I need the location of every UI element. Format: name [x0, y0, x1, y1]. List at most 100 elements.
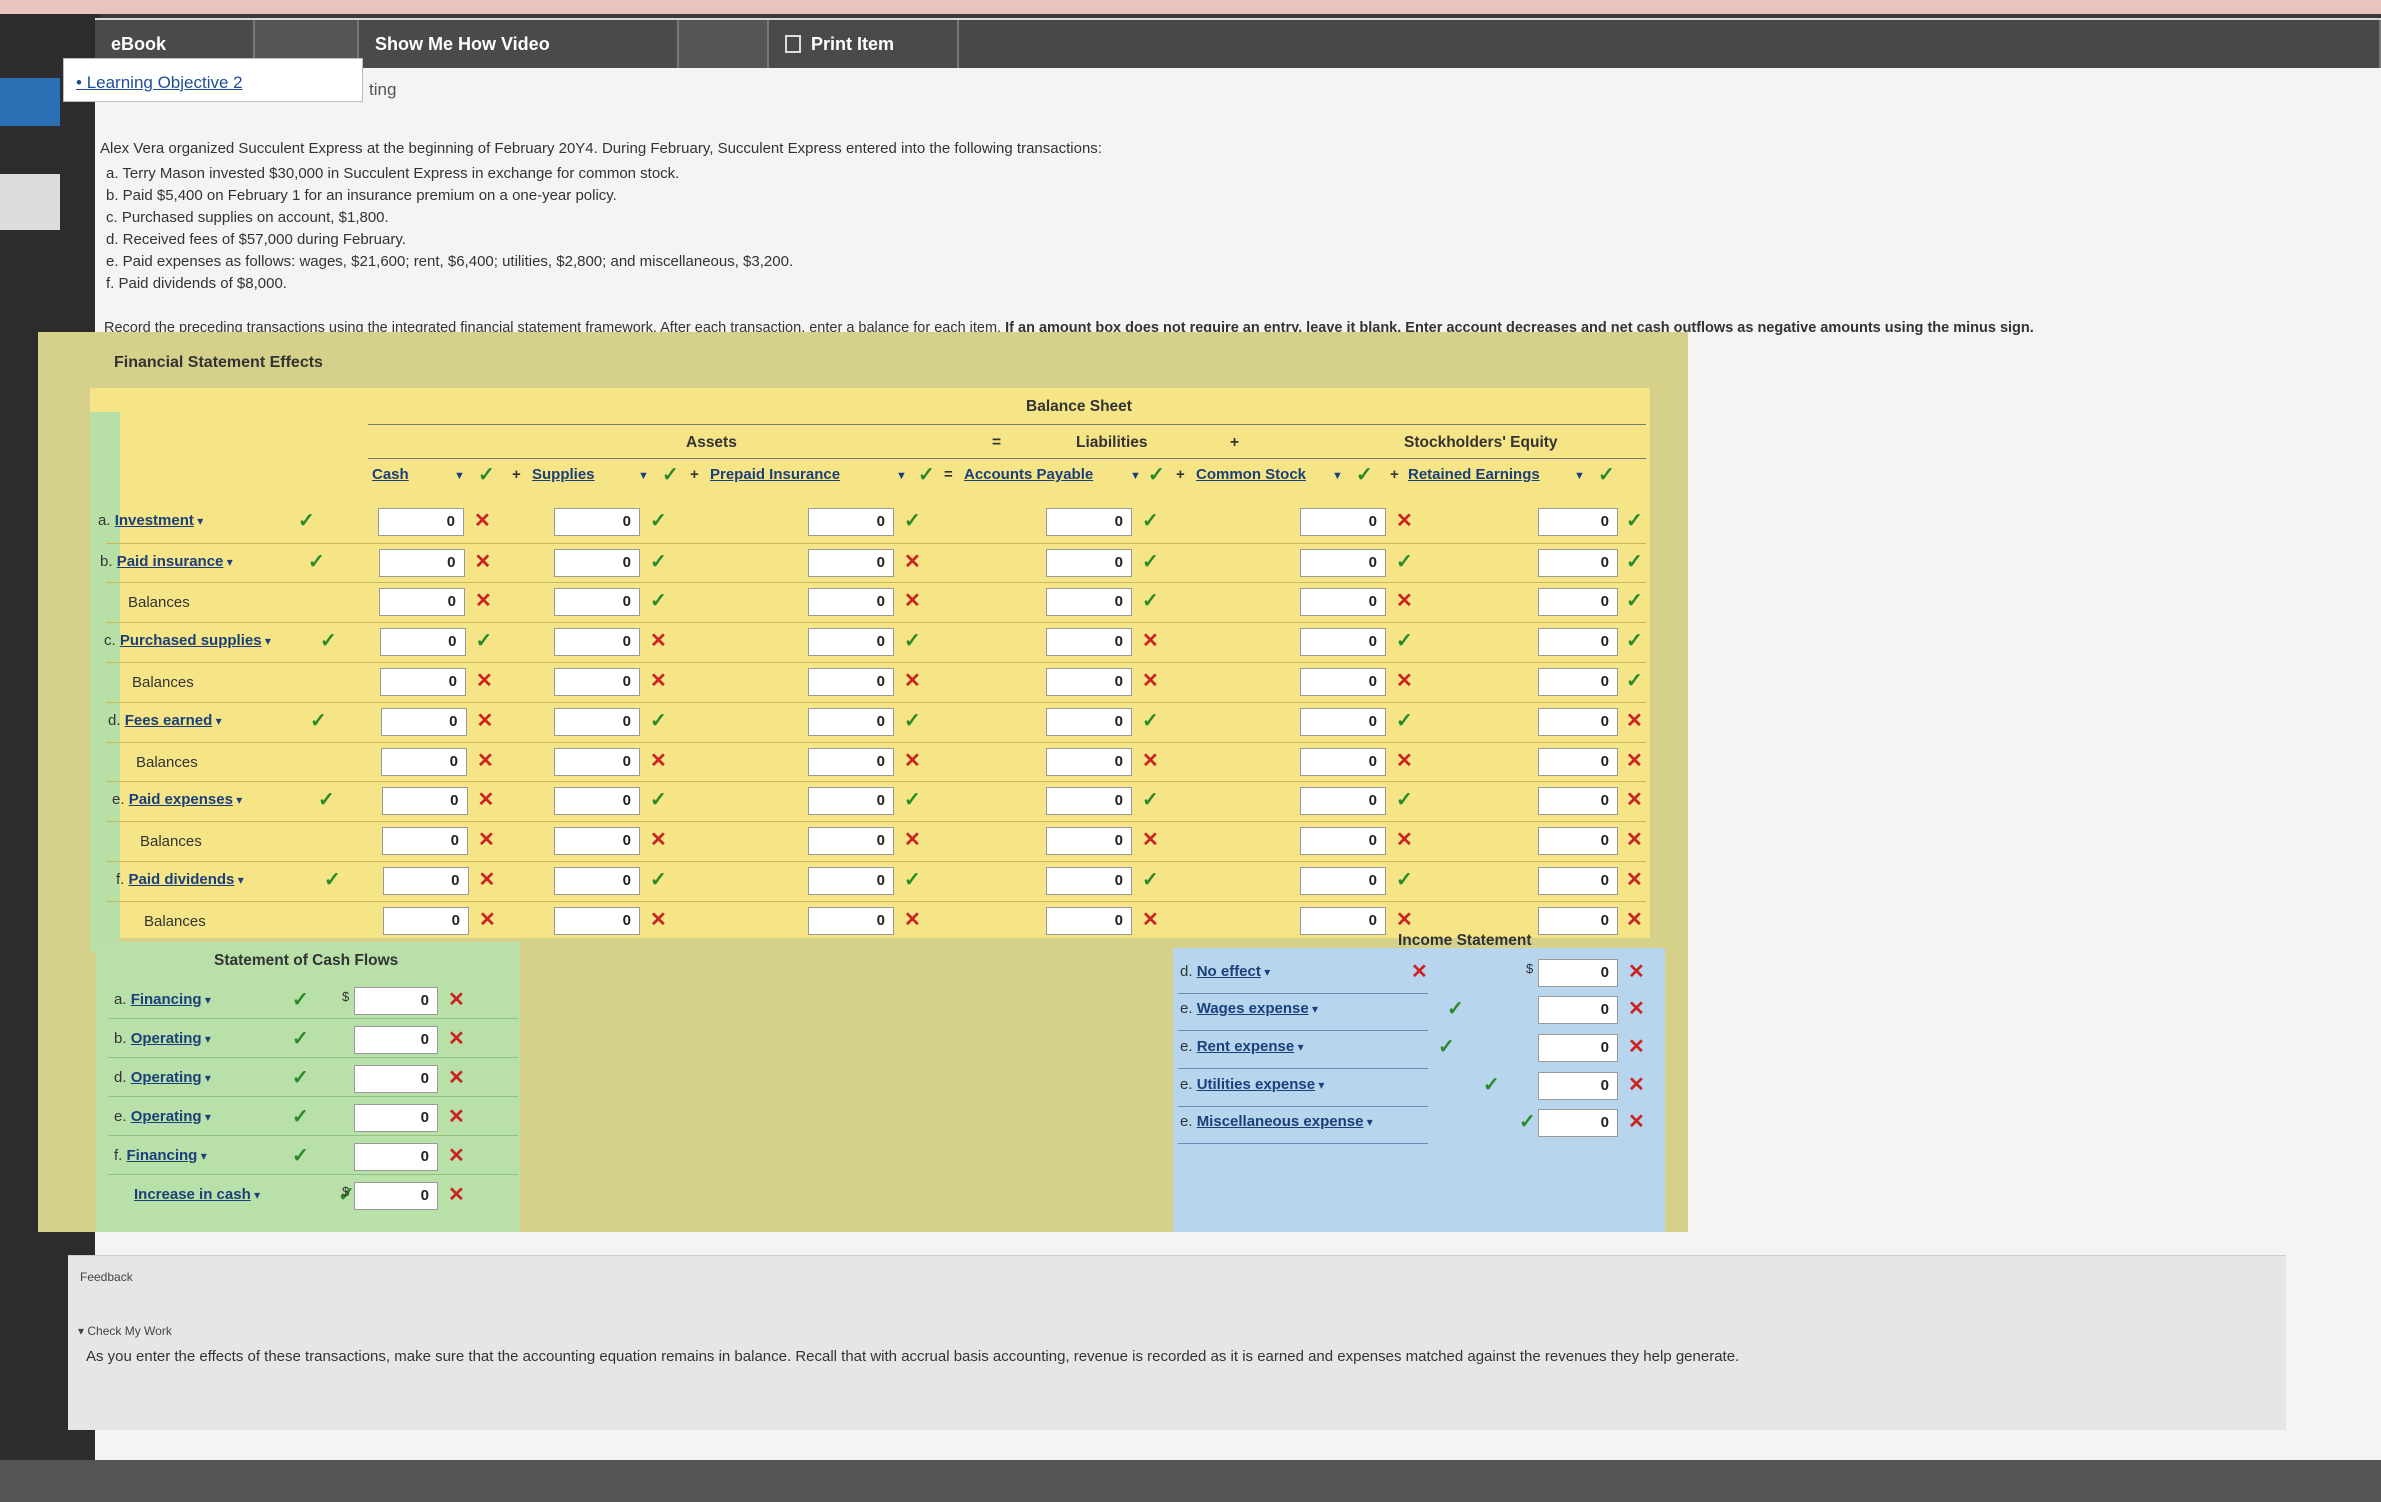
cash-flow-input[interactable]: 0	[354, 1065, 438, 1093]
amount-input-ap[interactable]: 0	[1046, 628, 1132, 656]
cash-flow-select[interactable]: Operating	[131, 1108, 202, 1125]
column-select-supplies[interactable]: Supplies	[532, 466, 652, 483]
amount-input-cash[interactable]: 0	[381, 748, 467, 776]
transaction-select[interactable]: Paid expenses	[129, 791, 233, 808]
cash-flow-input[interactable]: 0	[354, 1026, 438, 1054]
income-input[interactable]: 0	[1538, 1109, 1618, 1137]
amount-input-supplies[interactable]: 0	[554, 668, 640, 696]
amount-input-cs[interactable]: 0	[1300, 588, 1386, 616]
amount-input-cash[interactable]: 0	[379, 628, 466, 656]
chevron-down-icon[interactable]: ▼	[638, 470, 649, 482]
amount-input-cs[interactable]: 0	[1300, 787, 1386, 815]
amount-input-re[interactable]: 0	[1538, 668, 1618, 696]
chevron-down-icon[interactable]: ▼	[1574, 470, 1585, 482]
amount-input-supplies[interactable]: 0	[554, 549, 640, 577]
amount-input-ap[interactable]: 0	[1046, 748, 1132, 776]
amount-input-prepaid[interactable]: 0	[808, 588, 894, 616]
amount-input-ap[interactable]: 0	[1046, 508, 1132, 536]
amount-input-cash[interactable]: 0	[382, 867, 469, 895]
income-input[interactable]: 0	[1538, 1072, 1618, 1100]
chevron-down-icon[interactable]: ▼	[896, 470, 907, 482]
amount-input-cs[interactable]: 0	[1300, 827, 1386, 855]
income-select[interactable]: Utilities expense	[1197, 1076, 1315, 1093]
amount-input-re[interactable]: 0	[1538, 549, 1618, 577]
tab-print-item[interactable]: Print Item	[769, 20, 959, 68]
amount-input-cash[interactable]: 0	[380, 708, 467, 736]
amount-input-cs[interactable]: 0	[1300, 907, 1386, 935]
income-select[interactable]: Rent expense	[1197, 1038, 1295, 1055]
cash-flow-select[interactable]: Operating	[131, 1030, 202, 1047]
chevron-down-icon[interactable]: ▾	[197, 1149, 207, 1163]
amount-input-prepaid[interactable]: 0	[808, 708, 894, 736]
amount-input-cash[interactable]: 0	[382, 827, 468, 855]
amount-input-supplies[interactable]: 0	[554, 708, 640, 736]
amount-input-re[interactable]: 0	[1538, 708, 1618, 736]
amount-input-prepaid[interactable]: 0	[808, 748, 894, 776]
income-select[interactable]: No effect	[1197, 963, 1261, 980]
amount-input-supplies[interactable]: 0	[554, 508, 640, 536]
amount-input-cs[interactable]: 0	[1300, 508, 1386, 536]
cash-flow-input[interactable]: 0	[354, 1143, 438, 1171]
amount-input-cash[interactable]: 0	[378, 508, 464, 536]
amount-input-re[interactable]: 0	[1538, 748, 1618, 776]
chevron-down-icon[interactable]: ▾	[251, 1188, 260, 1202]
amount-input-ap[interactable]: 0	[1046, 588, 1132, 616]
amount-input-re[interactable]: 0	[1538, 508, 1618, 536]
chevron-down-icon[interactable]: ▾	[1309, 1002, 1318, 1016]
amount-input-supplies[interactable]: 0	[554, 628, 640, 656]
amount-input-cs[interactable]: 0	[1300, 708, 1386, 736]
cash-flow-select[interactable]: Increase in cash	[134, 1186, 251, 1203]
amount-input-prepaid[interactable]: 0	[808, 628, 894, 656]
amount-input-cs[interactable]: 0	[1300, 867, 1386, 895]
amount-input-re[interactable]: 0	[1538, 867, 1618, 895]
amount-input-prepaid[interactable]: 0	[808, 668, 894, 696]
amount-input-supplies[interactable]: 0	[554, 588, 640, 616]
chevron-down-icon[interactable]: ▼	[1332, 470, 1343, 482]
amount-input-supplies[interactable]: 0	[554, 827, 640, 855]
chevron-down-icon[interactable]: ▾	[202, 993, 211, 1007]
chevron-down-icon[interactable]: ▾	[1261, 965, 1270, 979]
amount-input-cs[interactable]: 0	[1300, 549, 1386, 577]
amount-input-prepaid[interactable]: 0	[808, 907, 894, 935]
income-select[interactable]: Miscellaneous expense	[1197, 1113, 1364, 1130]
amount-input-re[interactable]: 0	[1538, 588, 1618, 616]
cash-flow-select[interactable]: Financing	[131, 991, 202, 1008]
tab-show-me-how-video[interactable]: Show Me How Video	[359, 20, 679, 68]
amount-input-prepaid[interactable]: 0	[808, 549, 894, 577]
amount-input-prepaid[interactable]: 0	[808, 508, 894, 536]
cash-flow-select[interactable]: Operating	[131, 1069, 202, 1086]
learning-objective-link[interactable]: • Learning Objective 2	[63, 58, 363, 102]
income-input[interactable]: 0	[1538, 1034, 1618, 1062]
chevron-down-icon[interactable]: ▾	[234, 873, 244, 887]
amount-input-re[interactable]: 0	[1538, 628, 1618, 656]
amount-input-ap[interactable]: 0	[1046, 787, 1132, 815]
amount-input-supplies[interactable]: 0	[554, 787, 640, 815]
amount-input-cash[interactable]: 0	[383, 907, 469, 935]
chevron-down-icon[interactable]: ▾	[1315, 1078, 1324, 1092]
chevron-down-icon[interactable]: ▾	[1363, 1115, 1373, 1129]
amount-input-cash[interactable]: 0	[379, 588, 465, 616]
check-my-work-toggle[interactable]: ▾ Check My Work	[78, 1324, 172, 1338]
amount-input-supplies[interactable]: 0	[554, 867, 640, 895]
chevron-down-icon[interactable]: ▾	[202, 1071, 211, 1085]
transaction-select[interactable]: Purchased supplies	[120, 632, 262, 649]
column-select-prepaid[interactable]: Prepaid Insurance	[710, 466, 910, 483]
column-select-cs[interactable]: Common Stock	[1196, 466, 1346, 483]
amount-input-re[interactable]: 0	[1538, 787, 1618, 815]
amount-input-ap[interactable]: 0	[1046, 827, 1132, 855]
income-input[interactable]: 0	[1538, 959, 1618, 987]
cash-flow-input[interactable]: 0	[354, 1182, 438, 1210]
chevron-down-icon[interactable]: ▼	[1130, 470, 1141, 482]
chevron-down-icon[interactable]: ▾	[212, 714, 222, 728]
amount-input-cs[interactable]: 0	[1300, 668, 1386, 696]
amount-input-ap[interactable]: 0	[1046, 549, 1132, 577]
amount-input-re[interactable]: 0	[1538, 827, 1618, 855]
amount-input-ap[interactable]: 0	[1046, 708, 1132, 736]
amount-input-supplies[interactable]: 0	[554, 907, 640, 935]
amount-input-cash[interactable]: 0	[381, 787, 468, 815]
amount-input-prepaid[interactable]: 0	[808, 867, 894, 895]
amount-input-supplies[interactable]: 0	[554, 748, 640, 776]
amount-input-ap[interactable]: 0	[1046, 907, 1132, 935]
amount-input-cs[interactable]: 0	[1300, 628, 1386, 656]
amount-input-cash[interactable]: 0	[380, 668, 466, 696]
